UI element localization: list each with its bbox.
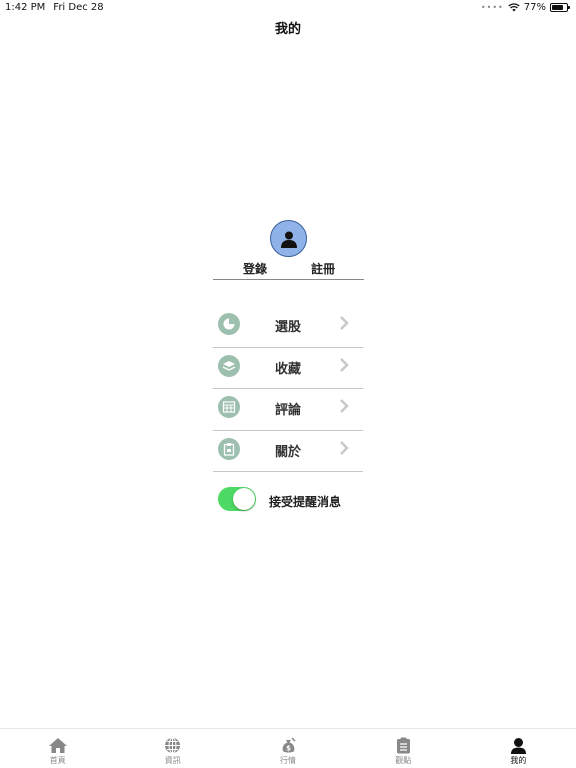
toggle-knob <box>233 488 255 510</box>
tab-bar: 首頁 資訊 $ 行情 觀點 我的 <box>0 728 576 768</box>
user-icon <box>280 231 297 248</box>
tab-opinion[interactable]: 觀點 <box>346 729 461 768</box>
chevron-right-icon <box>340 399 349 413</box>
clipboard-list-icon <box>393 736 413 754</box>
menu-item-stock-picker[interactable]: 選股 <box>213 306 363 348</box>
settings-menu: 選股 收藏 評論 關於 <box>213 306 363 472</box>
signal-icon: •••• <box>480 3 504 12</box>
money-bag-icon: $ <box>278 736 298 754</box>
menu-item-comments[interactable]: 評論 <box>213 389 363 431</box>
notification-toggle[interactable] <box>218 487 256 511</box>
tab-label: 我的 <box>510 756 527 765</box>
tab-news[interactable]: 資訊 <box>115 729 230 768</box>
register-button[interactable]: 註冊 <box>311 260 335 277</box>
battery-percent: 77% <box>523 2 546 13</box>
tab-label: 觀點 <box>395 756 412 765</box>
status-bar: 1:42 PM Fri Dec 28 •••• 77% <box>0 0 576 16</box>
tab-home[interactable]: 首頁 <box>0 729 115 768</box>
menu-item-about[interactable]: 關於 <box>213 431 363 472</box>
chevron-right-icon <box>340 316 349 330</box>
svg-text:$: $ <box>286 744 291 752</box>
tab-market[interactable]: $ 行情 <box>230 729 345 768</box>
tab-profile[interactable]: 我的 <box>461 729 576 768</box>
login-button[interactable]: 登錄 <box>243 260 267 277</box>
tab-label: 資訊 <box>164 756 181 765</box>
battery-icon <box>550 3 570 12</box>
tab-label: 行情 <box>280 756 296 765</box>
globe-icon <box>163 736 183 754</box>
menu-item-favorites[interactable]: 收藏 <box>213 348 363 389</box>
status-time: 1:42 PM <box>5 2 46 13</box>
tab-label: 首頁 <box>49 756 66 765</box>
home-icon <box>48 736 68 754</box>
chevron-right-icon <box>340 357 349 372</box>
notification-toggle-label: 接受提醒消息 <box>269 495 342 509</box>
status-date: Fri Dec 28 <box>53 2 104 13</box>
wifi-icon <box>508 3 520 12</box>
chevron-right-icon <box>340 440 349 455</box>
avatar[interactable] <box>270 220 307 257</box>
page-title: 我的 <box>274 22 301 37</box>
user-icon <box>508 736 528 754</box>
auth-row: 登錄 註冊 <box>213 260 364 280</box>
